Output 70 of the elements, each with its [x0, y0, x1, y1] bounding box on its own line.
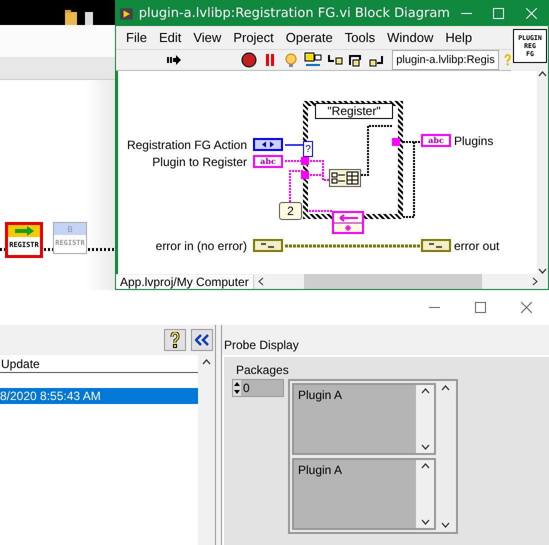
app-icon [120, 6, 133, 22]
scrollbar[interactable] [537, 71, 548, 274]
minimize-icon[interactable] [460, 12, 472, 14]
indicator-terminal[interactable] [421, 239, 451, 252]
build-array-node[interactable] [329, 169, 361, 187]
minimize-icon[interactable] [428, 306, 440, 308]
status-bar: App.lvproj/My Computer [116, 274, 254, 288]
tunnel [392, 138, 400, 146]
cluster-icon [260, 242, 276, 249]
scroll-down-icon[interactable] [538, 268, 547, 274]
lightbulb-icon[interactable] [282, 52, 299, 68]
window-title: plugin-a.lvlibp:Registration FG.vi Block Diagram [138, 6, 450, 21]
scroll-up-icon[interactable] [202, 359, 211, 365]
indicator-terminal[interactable]: abc [421, 134, 451, 147]
case-selector[interactable]: "Register" [315, 103, 393, 119]
menu-item[interactable]: Tools [338, 30, 382, 45]
scrollbar[interactable] [198, 355, 215, 545]
control-label: Registration FG Action [126, 138, 247, 152]
maximize-icon[interactable] [474, 302, 486, 313]
menu-item[interactable]: Project [227, 30, 280, 45]
menu-item[interactable]: File [120, 30, 153, 45]
double-chevron-icon [195, 334, 209, 346]
scroll-left-icon[interactable] [258, 277, 264, 286]
table-row[interactable]: 8/2020 8:55:43 AM [0, 388, 198, 404]
column-header[interactable]: Update [0, 355, 198, 373]
step-into-icon[interactable] [326, 54, 343, 66]
control-terminal[interactable] [253, 239, 283, 252]
close-icon[interactable] [520, 302, 532, 313]
numeric-constant[interactable]: 2 [279, 202, 302, 220]
array-index[interactable]: 0 [232, 379, 284, 397]
menu-item[interactable]: Window [381, 30, 440, 45]
stop-icon[interactable] [240, 52, 257, 68]
node-caption: B [67, 224, 73, 234]
scroll-down-icon[interactable] [420, 444, 430, 450]
scroll-right-icon[interactable] [532, 277, 538, 286]
file-icon[interactable] [84, 11, 94, 25]
pause-icon[interactable] [264, 54, 275, 66]
probe-icon[interactable] [304, 52, 322, 68]
cluster-icon [428, 242, 444, 249]
spin-arrows-icon[interactable] [233, 380, 241, 396]
enum-arrows-icon [261, 141, 275, 148]
menu-item[interactable]: View [187, 30, 228, 45]
indicator-label: error out [454, 239, 500, 253]
string-element[interactable]: Plugin A [292, 458, 436, 530]
arrow-icon [13, 226, 35, 236]
control-terminal[interactable]: abc [253, 155, 283, 168]
menu-item[interactable]: Operate [280, 30, 339, 45]
scroll-down-icon[interactable] [420, 519, 430, 525]
scroll-up-icon[interactable] [440, 385, 450, 391]
collapse-button[interactable] [191, 329, 213, 351]
scroll-down-icon[interactable] [440, 522, 450, 528]
scroll-up-icon[interactable] [420, 388, 430, 394]
folder-icon[interactable] [64, 9, 78, 25]
control-terminal[interactable] [253, 138, 283, 151]
control-label: Plugin to Register [152, 155, 247, 169]
scroll-up-icon[interactable] [538, 71, 547, 77]
control-label: error in (no error) [156, 239, 247, 253]
help-icon [170, 332, 180, 348]
run-continuously-icon[interactable] [166, 54, 182, 66]
scroll-up-icon[interactable] [420, 463, 430, 469]
array-label: Packages [236, 363, 290, 377]
menu-item[interactable]: Edit [152, 30, 188, 45]
context-field[interactable]: plugin-a.lvlibp:Regis [392, 50, 499, 70]
string-element[interactable]: Plugin A [292, 383, 436, 455]
panel-title: Probe Display [223, 337, 300, 354]
menu-item[interactable]: Help [439, 30, 478, 45]
selector-terminal: ? [303, 141, 313, 157]
indicator-label: Plugins [454, 134, 494, 148]
feedback-node[interactable] [332, 211, 364, 234]
help-button[interactable] [164, 329, 186, 351]
